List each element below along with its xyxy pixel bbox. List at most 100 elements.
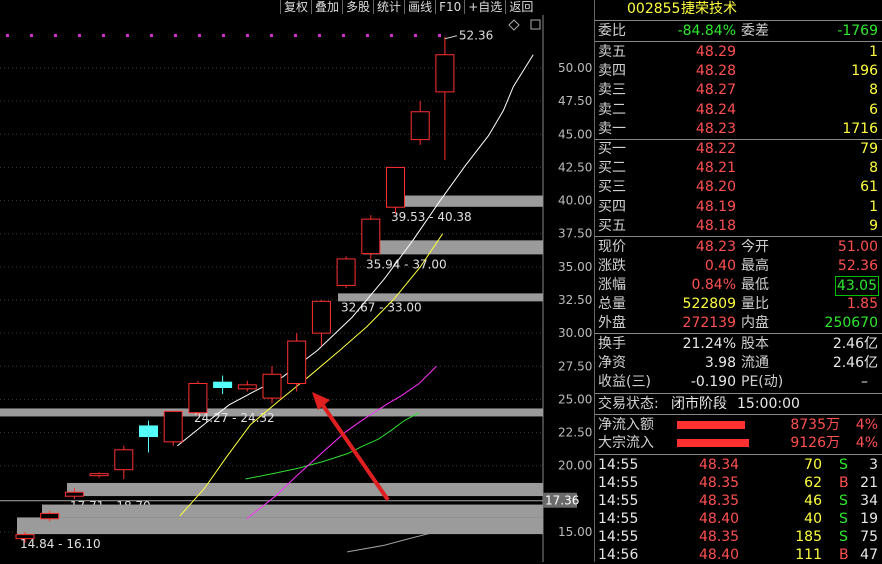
quote-row-pan: 外盘 272139 内盘 250670 [595,314,882,332]
toolbar-overlay-button[interactable]: 叠加 [311,0,343,14]
current-price-label: 17.36 [545,494,579,508]
tick-volume: 46 [804,493,822,509]
ask-price: 48.23 [695,120,736,137]
bid-label: 买三 [598,179,626,196]
low-value: 43.05 [834,276,879,296]
tick-row: 14:56 48.40 111 B 47 [595,546,882,564]
order-ratio-row: 委比 -84.84% 委差 -1769 [595,22,882,40]
gb-value: 2.46亿 [832,336,878,352]
ask-volume: 8 [869,82,878,99]
zd-value: 0.40 [704,258,736,274]
status-label: 交易状态: [598,396,659,412]
wb-label: 委比 [598,23,626,39]
candle-body [435,54,455,93]
stock-name: 捷荣技术 [681,1,737,17]
top-marker-dot [198,34,201,37]
y-tick-label: 40.00 [558,194,592,208]
tick-row: 14:55 48.35 46 S 34 [595,492,882,510]
sr-zone-bar [17,517,543,535]
sr-zone-label: 32.67 - 33.00 [341,301,422,315]
kline-chart[interactable]: 50.00 47.50 45.00 42.50 40.00 37.50 35.00 32.50… [0,0,594,562]
tick-direction: S [839,457,848,473]
toolbar-stats-button[interactable]: 统计 [373,0,405,14]
bid-row[interactable]: 买四 48.19 1 [595,198,882,216]
ask-row[interactable]: 卖四 48.28 196 [595,62,882,80]
top-marker-dot [246,34,249,37]
wb-value: -84.84% [677,23,736,39]
trade-status-row: 交易状态: 闭市阶段 15:00:00 [595,395,882,413]
ask-row[interactable]: 卖二 48.24 6 [595,101,882,119]
flow-block-bar [677,439,749,447]
tick-direction: S [839,529,848,545]
bid-row[interactable]: 买一 48.22 79 [595,140,882,158]
ask-row[interactable]: 卖一 48.23 1716 [595,120,882,138]
status-time: 15:00:00 [737,396,800,412]
ask-label: 卖四 [598,63,626,80]
candle-body [114,449,134,471]
top-marker-dot [30,34,33,37]
bid-volume: 61 [860,179,878,196]
quote-row-change: 涨跌 0.40 最高 52.36 [595,257,882,275]
ask-row[interactable]: 卖三 48.27 8 [595,81,882,99]
bid-price: 48.20 [695,179,736,196]
bid-row[interactable]: 买三 48.20 61 [595,178,882,196]
bid-label: 买五 [598,217,626,234]
y-tick-label: 47.50 [558,94,592,108]
flow-net-pct: 4% [855,417,878,433]
ask-row[interactable]: 卖五 48.29 1 [595,43,882,61]
bid-volume: 8 [869,160,878,177]
top-marker-dot [174,34,177,37]
quote-row-price: 现价 48.23 今开 51.00 [595,238,882,256]
flow-row-block: 大宗流入 9126万 4% [595,434,882,452]
top-marker-dot [318,34,321,37]
hs-label: 换手 [598,336,626,352]
top-marker-dot [6,34,9,37]
chart-toolbar: 复权 叠加 多股 统计 画线 F10 +自选 返回 [280,0,537,14]
tick-direction: B [839,547,849,563]
top-marker-dot [390,34,393,37]
wp-value: 272139 [682,315,736,331]
ask-label: 卖五 [598,44,626,60]
y-tick-label: 30.00 [558,326,592,340]
candle-body [336,258,356,286]
y-tick-label: 45.00 [558,127,592,141]
toolbar-fuquan-button[interactable]: 复权 [280,0,312,14]
bid-label: 买二 [598,160,626,177]
xj-value: 48.23 [695,239,736,255]
sr-zone-bar [363,240,543,255]
ask-volume: 1716 [842,120,878,137]
flow-block-label: 大宗流入 [598,435,654,451]
tick-price: 48.35 [699,529,740,545]
top-marker-dot [294,34,297,37]
ask-volume: 6 [869,101,878,118]
bid-price: 48.19 [695,198,736,215]
stock-code: 002855 [627,1,681,17]
bid-row[interactable]: 买五 48.18 9 [595,217,882,235]
toolbar-draw-button[interactable]: 画线 [404,0,436,14]
gb-label: 股本 [741,336,769,352]
flow-net-value: 8735万 [790,417,840,433]
candle-body [139,425,158,438]
toolbar-multistock-button[interactable]: 多股 [342,0,374,14]
top-marker-dot [342,34,345,37]
sr-zone-label: 35.94 - 37.00 [366,257,447,271]
candle-body [237,384,257,390]
ask-price: 48.29 [695,44,736,60]
y-tick-label: 35.00 [558,260,592,274]
bid-price: 48.21 [695,160,736,177]
quote-row-pct: 涨幅 0.84% 最低 43.05 [595,276,882,296]
bid-row[interactable]: 买二 48.21 8 [595,159,882,177]
y-tick-label: 32.50 [558,293,592,307]
candle-body [311,300,331,334]
toolbar-add-watchlist-button[interactable]: +自选 [464,0,506,14]
candle-body [262,373,282,399]
toolbar-f10-button[interactable]: F10 [435,0,465,14]
toolbar-back-button[interactable]: 返回 [505,0,537,14]
flow-net-label: 净流入额 [598,417,654,433]
ask-label: 卖二 [598,101,626,118]
y-tick-label: 27.50 [558,359,592,373]
candle-body [287,340,307,385]
tick-volume: 40 [804,511,822,527]
tick-volume: 185 [795,529,822,545]
jk-label: 今开 [741,239,769,255]
